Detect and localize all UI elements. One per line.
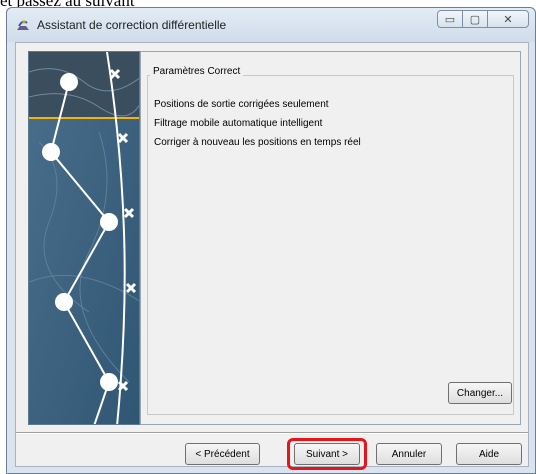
title-bar[interactable]: Assistant de correction différentielle ▭… <box>7 8 535 42</box>
cancel-button[interactable]: Annuler <box>376 443 442 465</box>
option-realtime-recorrection: Corriger à nouveau les positions en temp… <box>154 137 361 148</box>
minimize-icon: ▭ <box>444 13 456 26</box>
help-button[interactable]: Aide <box>456 443 522 465</box>
wizard-side-image <box>28 51 140 425</box>
close-icon: ✕ <box>503 13 513 26</box>
maximize-button[interactable]: ▢ <box>462 10 488 28</box>
wizard-window: Assistant de correction différentielle ▭… <box>6 7 536 474</box>
window-title: Assistant de correction différentielle <box>37 18 227 32</box>
option-smart-filtering: Filtrage mobile automatique intelligent <box>154 118 323 129</box>
gps-path-illustration <box>29 52 139 424</box>
group-title: Paramètres Correct <box>150 66 244 77</box>
satellite-dish-icon <box>17 20 29 30</box>
next-button-highlight <box>287 438 367 470</box>
footer-separator <box>16 432 528 434</box>
window-controls: ▭ ▢ ✕ <box>437 10 529 30</box>
option-corrected-positions: Positions de sortie corrigées seulement <box>154 99 329 110</box>
close-button[interactable]: ✕ <box>487 10 529 28</box>
minimize-button[interactable]: ▭ <box>437 10 463 28</box>
settings-panel: Paramètres Correct Positions de sortie c… <box>140 51 521 425</box>
previous-button[interactable]: < Précédent <box>185 443 260 465</box>
change-button[interactable]: Changer... <box>448 382 512 404</box>
maximize-icon: ▢ <box>469 13 481 26</box>
wizard-client-area: Paramètres Correct Positions de sortie c… <box>15 42 529 470</box>
